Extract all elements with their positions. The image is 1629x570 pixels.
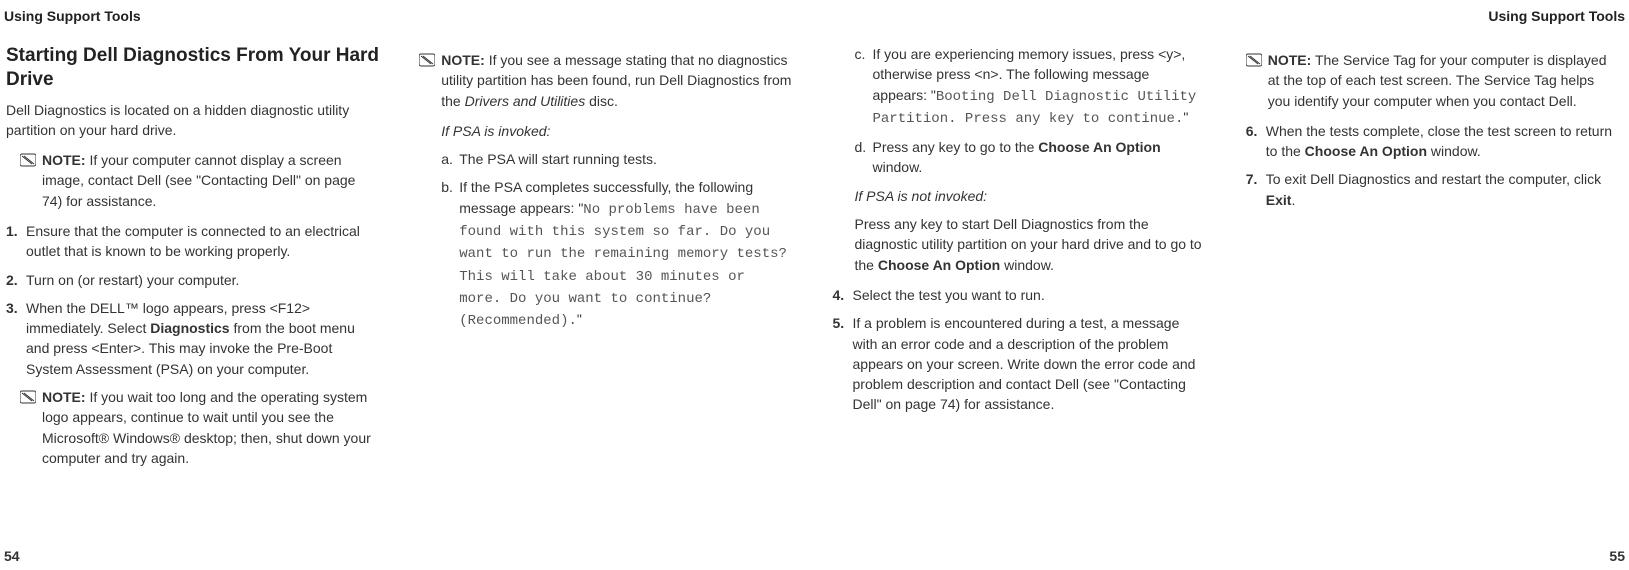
note-label: NOTE: [42, 389, 86, 405]
step-3: When the DELL™ logo appears, press <F12>… [6, 298, 379, 379]
note-block: NOTE: If you wait too long and the opera… [20, 387, 379, 468]
step-text-bold: Choose An Option [1305, 143, 1427, 159]
substep-a: a. The PSA will start running tests. [441, 149, 792, 169]
step-4: 4. Select the test you want to run. [833, 285, 1206, 305]
step-text-bold: Exit [1266, 192, 1292, 208]
note-icon [419, 53, 435, 67]
step-1: Ensure that the computer is connected to… [6, 221, 379, 262]
text-bold: Choose An Option [878, 257, 1000, 273]
psa-invoked-heading: If PSA is invoked: [441, 121, 792, 141]
steps-list: Ensure that the computer is connected to… [6, 221, 379, 379]
step-2: Turn on (or restart) your computer. [6, 270, 379, 290]
note-body: NOTE: If your computer cannot display a … [42, 150, 379, 211]
page-columns: Starting Dell Diagnostics From Your Hard… [0, 8, 1629, 562]
substep-text: " [1183, 109, 1188, 125]
note-label: NOTE: [441, 52, 485, 68]
substep-text: The PSA will start running tests. [459, 151, 657, 167]
text: window. [1000, 257, 1054, 273]
substeps-list: a. The PSA will start running tests. b. … [441, 149, 792, 331]
note-text: If you wait too long and the operating s… [42, 389, 371, 466]
column-3: c. If you are experiencing memory issues… [833, 44, 1206, 534]
substep-marker: d. [855, 137, 867, 157]
step-number: 5. [833, 313, 845, 333]
step-text: If a problem is encountered during a tes… [853, 315, 1196, 412]
note-block: NOTE: The Service Tag for your computer … [1246, 50, 1619, 111]
note-block: NOTE: If your computer cannot display a … [20, 150, 379, 211]
substep-text-bold: Choose An Option [1038, 139, 1160, 155]
substep-text: Press any key to go to the [873, 139, 1039, 155]
substep-text: window. [873, 159, 923, 175]
note-label: NOTE: [42, 152, 86, 168]
substep-mono: No problems have been found with this sy… [459, 202, 787, 329]
step-number: 6. [1246, 121, 1258, 141]
note-label: NOTE: [1268, 52, 1312, 68]
substep-marker: b. [441, 177, 453, 197]
note-body: NOTE: The Service Tag for your computer … [1268, 50, 1619, 111]
page-number-left: 54 [4, 546, 20, 566]
note-icon [20, 390, 36, 404]
note-icon [1246, 53, 1262, 67]
psa-not-invoked-heading: If PSA is not invoked: [855, 186, 1206, 206]
running-header-left: Using Support Tools [4, 6, 141, 26]
note-text-italic: Drivers and Utilities [465, 93, 586, 109]
note-body: NOTE: If you see a message stating that … [441, 50, 792, 111]
section-title: Starting Dell Diagnostics From Your Hard… [6, 44, 379, 92]
step-text: window. [1427, 143, 1481, 159]
note-text: disc. [585, 93, 618, 109]
note-text: If your computer cannot display a screen… [42, 152, 355, 209]
step-text: Turn on (or restart) your computer. [26, 272, 239, 288]
step-text-bold: Diagnostics [150, 320, 229, 336]
column-2: NOTE: If you see a message stating that … [419, 44, 792, 534]
running-header-right: Using Support Tools [1488, 6, 1625, 26]
column-4: NOTE: The Service Tag for your computer … [1246, 44, 1619, 534]
note-icon [20, 153, 36, 167]
note-text: The Service Tag for your computer is dis… [1268, 52, 1607, 109]
note-body: NOTE: If you wait too long and the opera… [42, 387, 379, 468]
psa-not-text: Press any key to start Dell Diagnostics … [855, 214, 1206, 275]
step-text: Select the test you want to run. [853, 287, 1045, 303]
step-5: 5. If a problem is encountered during a … [833, 313, 1206, 414]
substep-marker: c. [855, 44, 866, 64]
substep-text: " [577, 311, 582, 327]
step-text: Ensure that the computer is connected to… [26, 223, 360, 259]
step-number: 4. [833, 285, 845, 305]
intro-text: Dell Diagnostics is located on a hidden … [6, 100, 379, 141]
substeps-list: c. If you are experiencing memory issues… [855, 44, 1206, 178]
page-number-right: 55 [1609, 546, 1625, 566]
step-7: 7. To exit Dell Diagnostics and restart … [1246, 169, 1619, 210]
note-block: NOTE: If you see a message stating that … [419, 50, 792, 111]
step-text: . [1291, 192, 1295, 208]
column-1: Starting Dell Diagnostics From Your Hard… [6, 44, 379, 534]
step-number: 7. [1246, 169, 1258, 189]
substep-b: b. If the PSA completes successfully, th… [441, 177, 792, 331]
substep-c: c. If you are experiencing memory issues… [855, 44, 1206, 129]
substep-marker: a. [441, 149, 453, 169]
step-6: 6. When the tests complete, close the te… [1246, 121, 1619, 162]
substep-d: d. Press any key to go to the Choose An … [855, 137, 1206, 178]
step-text: To exit Dell Diagnostics and restart the… [1266, 171, 1601, 187]
